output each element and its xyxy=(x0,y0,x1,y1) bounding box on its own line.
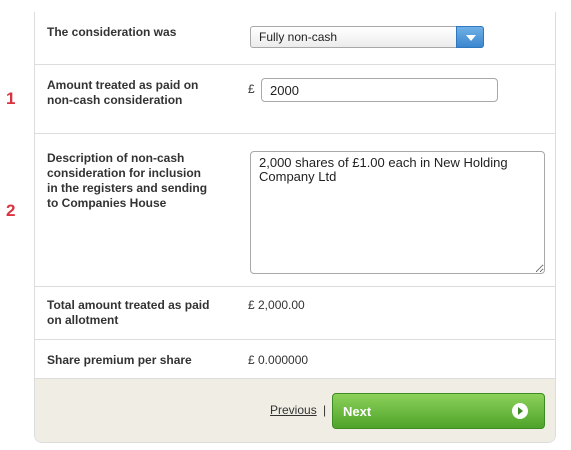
next-button[interactable]: Next xyxy=(332,393,545,429)
previous-link[interactable]: Previous xyxy=(270,403,317,417)
step-marker-2: 2 xyxy=(6,201,16,220)
amount-paid-input[interactable] xyxy=(261,78,498,102)
next-button-label: Next xyxy=(343,404,372,419)
play-circle-icon xyxy=(512,403,528,419)
form-footer: Previous | Next xyxy=(35,379,555,442)
nav-separator: | xyxy=(323,403,327,417)
consideration-selected-value: Fully non-cash xyxy=(259,30,338,44)
total-row: Total amount treated as paid on allotmen… xyxy=(35,287,555,340)
consideration-select[interactable]: Fully non-cash xyxy=(250,26,484,48)
step-marker-1: 1 xyxy=(6,89,16,108)
premium-label: Share premium per share xyxy=(47,353,192,367)
description-textarea[interactable]: 2,000 shares of £1.00 each in New Holdin… xyxy=(250,151,545,274)
amount-paid-label: Amount treated as paid on non-cash consi… xyxy=(47,78,199,107)
amount-paid-row: Amount treated as paid on non-cash consi… xyxy=(35,65,555,134)
total-label: Total amount treated as paid on allotmen… xyxy=(47,298,210,327)
consideration-label: The consideration was xyxy=(47,25,177,39)
description-label: Description of non-cash consideration fo… xyxy=(47,151,208,210)
premium-value: £ 0.000000 xyxy=(248,353,309,367)
total-value: £ 2,000.00 xyxy=(248,298,305,312)
premium-row: Share premium per share £ 0.000000 xyxy=(35,340,555,379)
consideration-row: The consideration was Fully non-cash xyxy=(35,12,555,65)
chevron-down-icon[interactable] xyxy=(456,26,484,48)
amount-currency-symbol: £ xyxy=(248,82,255,96)
allotment-form-panel: The consideration was Fully non-cash Amo… xyxy=(34,12,556,443)
